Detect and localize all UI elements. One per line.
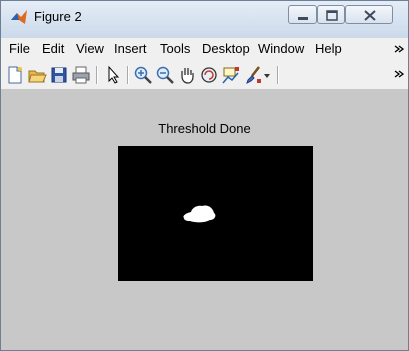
menu-bar: File Edit View Insert Tools Desktop Wind… [1,38,408,60]
threshold-image [118,146,313,281]
arrow-select-icon[interactable] [103,65,123,85]
minimize-icon [298,17,308,20]
menu-view[interactable]: View [76,41,104,56]
menu-desktop[interactable]: Desktop [202,41,253,56]
white-blob-region [183,205,216,223]
zoom-out-icon[interactable] [155,65,175,85]
toolbar-separator [96,66,98,84]
save-icon[interactable] [49,65,69,85]
brush-icon[interactable] [243,65,263,85]
chevron-down-icon[interactable] [263,73,271,79]
axes-title: Threshold Done [158,121,251,136]
matlab-logo-icon [11,10,27,24]
new-figure-icon[interactable] [5,65,25,85]
data-cursor-icon[interactable] [221,65,241,85]
rotate-3d-icon[interactable] [199,65,219,85]
toolbar [1,60,408,90]
menu-edit[interactable]: Edit [42,41,64,56]
menu-window[interactable]: Window [258,41,304,56]
menu-tools[interactable]: Tools [160,41,190,56]
menu-file[interactable]: File [9,41,30,56]
minimize-button[interactable] [288,5,317,24]
menu-overflow-icon[interactable] [394,44,404,54]
pan-icon[interactable] [177,65,197,85]
maximize-icon [326,10,338,21]
open-file-icon[interactable] [27,65,47,85]
figure-window: Figure 2 File Edit View Insert Tools Des… [0,0,409,351]
close-button[interactable] [345,5,393,24]
menu-insert[interactable]: Insert [114,41,147,56]
window-title: Figure 2 [34,9,82,24]
toolbar-separator [277,66,279,84]
overflow-chevron-icon[interactable] [394,69,404,79]
print-icon[interactable] [71,65,91,85]
close-icon [364,10,376,21]
title-bar[interactable]: Figure 2 [1,1,408,38]
toolbar-separator [127,66,129,84]
maximize-button[interactable] [317,5,345,24]
menu-help[interactable]: Help [315,41,342,56]
zoom-in-icon[interactable] [133,65,153,85]
figure-canvas: Threshold Done [1,90,408,350]
